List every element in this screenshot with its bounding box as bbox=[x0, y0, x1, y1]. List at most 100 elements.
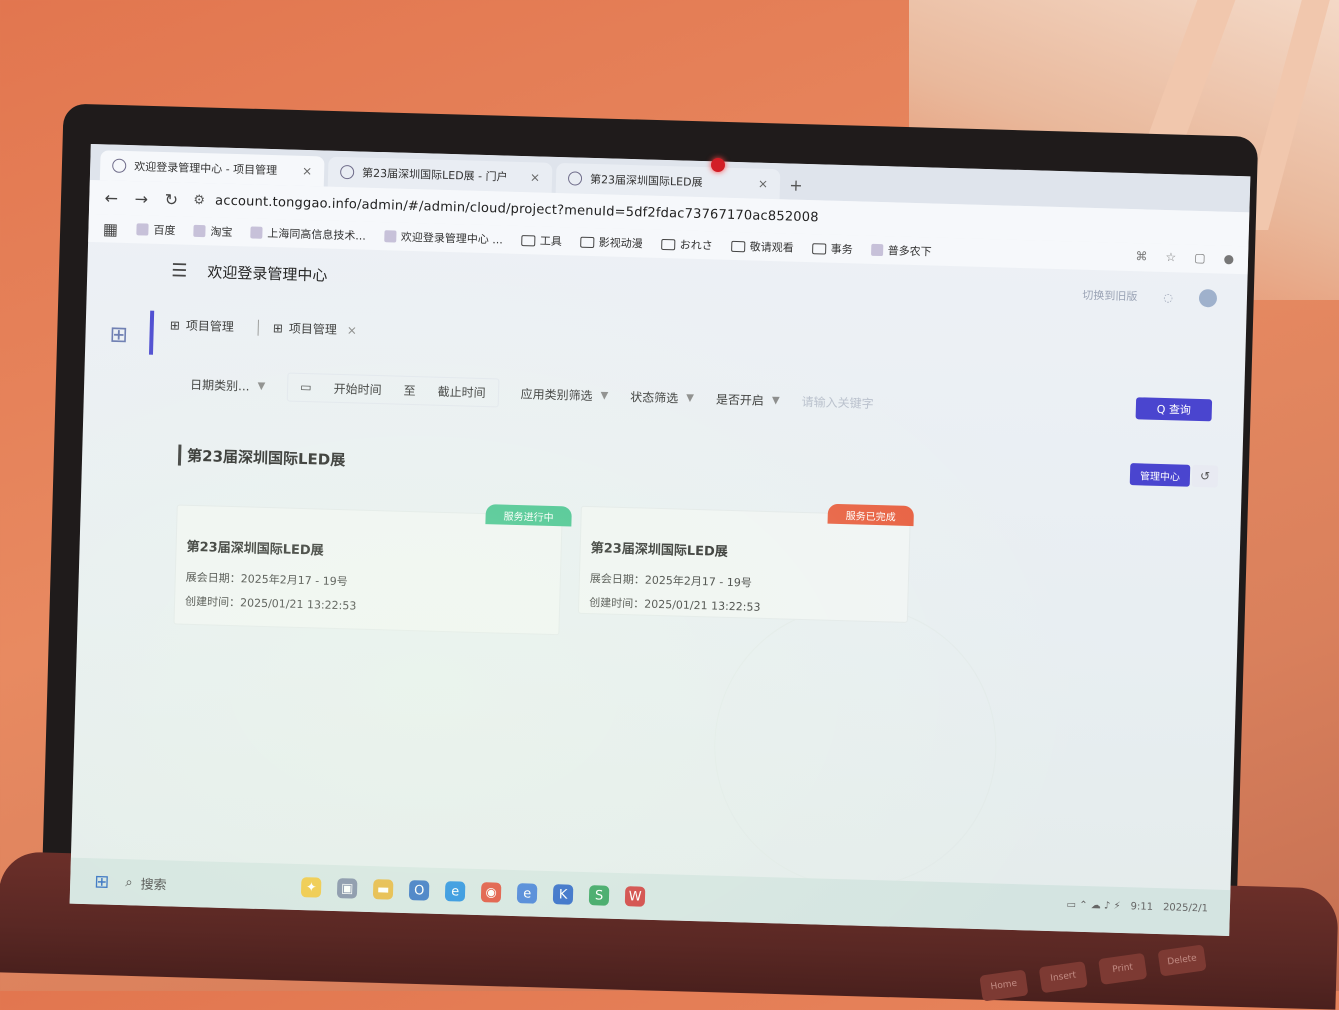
bookmark-label: 百度 bbox=[153, 223, 176, 238]
reload-icon[interactable]: ↻ bbox=[163, 190, 180, 209]
start-date-placeholder: 开始时间 bbox=[333, 381, 382, 397]
filter-bar: 日期类别... ▼ ▭ 开始时间 至 截止时间 应用类别筛选 ▼ 状态筛选 ▼ 是否开… bbox=[161, 358, 1232, 438]
menu-toggle-icon[interactable]: ☰ bbox=[171, 260, 188, 281]
copilot-icon[interactable]: ✦ bbox=[300, 877, 322, 898]
app-type-select[interactable]: 应用类别筛选 ▼ bbox=[520, 385, 608, 404]
bookmark-favicon-icon bbox=[193, 224, 206, 238]
folder-icon bbox=[730, 240, 745, 252]
tab-favicon-icon bbox=[112, 158, 127, 173]
clock-date[interactable]: 2025/2/1 bbox=[1163, 902, 1208, 914]
clock-time[interactable]: 9:11 bbox=[1130, 901, 1153, 913]
sidebar-grid-icon[interactable]: ⊞ bbox=[109, 323, 128, 349]
close-icon[interactable]: × bbox=[530, 170, 540, 184]
tag-item[interactable]: ⊞ 项目管理 × bbox=[257, 319, 358, 339]
windows-start-icon[interactable]: ⊞ bbox=[94, 871, 110, 892]
tab-favicon-icon bbox=[339, 164, 355, 180]
end-date-placeholder: 截止时间 bbox=[437, 384, 486, 400]
other-select[interactable]: 是否开启 ▼ bbox=[716, 390, 780, 409]
project-card[interactable]: 服务进行中 第23届深圳国际LED展 展会日期：2025年2月17 - 19号 … bbox=[173, 504, 572, 636]
bookmark-folder[interactable]: おれさ bbox=[660, 236, 713, 253]
switch-version-link[interactable]: 切换到旧版 bbox=[1082, 287, 1137, 305]
bookmark-item[interactable]: 淘宝 bbox=[193, 223, 233, 240]
query-button[interactable]: Q 查询 bbox=[1135, 397, 1213, 422]
task-view-icon[interactable]: ▣ bbox=[336, 878, 358, 899]
project-card[interactable]: 服务已完成 第23届深圳国际LED展 展会日期：2025年2月17 - 19号 … bbox=[577, 503, 915, 623]
star-icon[interactable]: ☆ bbox=[1165, 250, 1176, 264]
section-title: 第23届深圳国际LED展 bbox=[177, 444, 346, 471]
close-icon[interactable]: × bbox=[302, 164, 312, 178]
range-separator: 至 bbox=[403, 383, 416, 398]
bookmark-item[interactable]: 百度 bbox=[136, 221, 176, 238]
tray-icons[interactable]: ▭ ⌃ ☁ ♪ ⚡ bbox=[1066, 899, 1120, 912]
keyword-search-input[interactable]: 请输入关键字 bbox=[801, 392, 1061, 416]
sidebar-active-indicator bbox=[148, 310, 155, 355]
refresh-icon[interactable]: ↺ bbox=[1191, 464, 1219, 488]
webcam-led bbox=[711, 158, 725, 172]
wps-icon[interactable]: W bbox=[624, 886, 646, 907]
outlook-icon[interactable]: O bbox=[408, 880, 430, 901]
taskbar-search[interactable]: ⌕ 搜索 bbox=[125, 873, 285, 896]
extensions-icon[interactable]: ▢ bbox=[1194, 251, 1206, 265]
tag-item[interactable]: ⊞ 项目管理 bbox=[170, 316, 235, 335]
date-type-select[interactable]: 日期类别... ▼ bbox=[190, 375, 266, 394]
bookmark-item[interactable]: 普多农下 bbox=[870, 242, 932, 260]
new-tab-button[interactable]: + bbox=[784, 169, 809, 200]
apps-grid-icon[interactable]: ▦ bbox=[102, 219, 119, 238]
translate-icon[interactable]: ⌘ bbox=[1135, 249, 1147, 263]
chevron-down-icon: ▼ bbox=[771, 394, 780, 406]
edge-icon[interactable]: e bbox=[444, 881, 466, 902]
bookmark-folder[interactable]: 影视动漫 bbox=[579, 234, 643, 252]
bookmark-folder[interactable]: 敬请观看 bbox=[730, 238, 794, 256]
select-value: 状态筛选 bbox=[630, 389, 679, 405]
status-select[interactable]: 状态筛选 ▼ bbox=[630, 388, 694, 407]
folder-icon bbox=[811, 242, 826, 255]
bookmark-folder[interactable]: 工具 bbox=[520, 232, 562, 249]
taskbar-search-label: 搜索 bbox=[140, 877, 167, 893]
bookmark-item[interactable]: 欢迎登录管理中心 ... bbox=[383, 228, 503, 247]
bookmark-item[interactable]: 上海同高信息技术... bbox=[250, 224, 366, 243]
header-actions: 切换到旧版 ◌ bbox=[1082, 286, 1218, 308]
file-explorer-icon[interactable]: ▬ bbox=[372, 879, 394, 900]
select-value: 是否开启 bbox=[715, 392, 765, 408]
bookmark-favicon-icon bbox=[250, 226, 263, 239]
chevron-down-icon: ▼ bbox=[257, 380, 266, 392]
date-range-picker[interactable]: ▭ 开始时间 至 截止时间 bbox=[286, 372, 500, 407]
bookmark-favicon-icon bbox=[870, 243, 883, 257]
tab-favicon-icon bbox=[567, 171, 583, 186]
chrome-icon[interactable]: ◉ bbox=[480, 882, 502, 903]
forward-icon[interactable]: → bbox=[133, 189, 150, 208]
bookmark-label: 欢迎登录管理中心 ... bbox=[400, 230, 503, 247]
spreadsheet-icon[interactable]: S bbox=[588, 885, 610, 906]
avatar[interactable] bbox=[1198, 288, 1218, 308]
expo-date: 展会日期：2025年2月17 - 19号 bbox=[590, 570, 898, 595]
profile-icon[interactable]: ● bbox=[1223, 252, 1234, 266]
site-info-icon[interactable]: ⚙ bbox=[193, 192, 205, 207]
tab-label: 第23届深圳国际LED展 - 门户 bbox=[361, 166, 508, 184]
background-watermark bbox=[710, 601, 1001, 892]
close-icon[interactable]: × bbox=[347, 323, 357, 337]
bookmark-label: 影视动漫 bbox=[598, 236, 643, 251]
kingsoft-icon[interactable]: K bbox=[552, 884, 574, 905]
back-icon[interactable]: ← bbox=[103, 188, 120, 207]
bookmark-label: おれさ bbox=[679, 238, 713, 253]
calendar-icon: ▭ bbox=[300, 379, 312, 395]
select-value: 日期类别... bbox=[189, 377, 250, 393]
chevron-down-icon: ▼ bbox=[686, 392, 695, 404]
bookmark-label: 淘宝 bbox=[210, 225, 233, 239]
management-center-button[interactable]: 管理中心 bbox=[1129, 463, 1191, 487]
expo-date-value: 2025年2月17 - 19号 bbox=[644, 573, 752, 590]
bookmark-label: 敬请观看 bbox=[749, 240, 794, 255]
bookmark-favicon-icon bbox=[383, 230, 397, 243]
expo-date-value: 2025年2月17 - 19号 bbox=[240, 572, 348, 589]
system-tray: ▭ ⌃ ☁ ♪ ⚡ 9:11 2025/2/1 bbox=[1066, 899, 1208, 914]
bookmark-folder[interactable]: 事务 bbox=[811, 240, 853, 257]
created-time: 创建时间：2025/01/21 13:22:53 bbox=[185, 593, 549, 619]
created-time: 创建时间：2025/01/21 13:22:53 bbox=[589, 594, 897, 619]
created-time-value: 2025/01/21 13:22:53 bbox=[239, 596, 357, 613]
expo-date: 展会日期：2025年2月17 - 19号 bbox=[186, 569, 550, 595]
bookmark-label: 事务 bbox=[830, 242, 853, 257]
notification-icon[interactable]: ◌ bbox=[1163, 290, 1173, 303]
tab-label: 欢迎登录管理中心 - 项目管理 bbox=[134, 160, 278, 178]
ie-icon[interactable]: e bbox=[516, 883, 538, 904]
close-icon[interactable]: × bbox=[758, 177, 768, 191]
